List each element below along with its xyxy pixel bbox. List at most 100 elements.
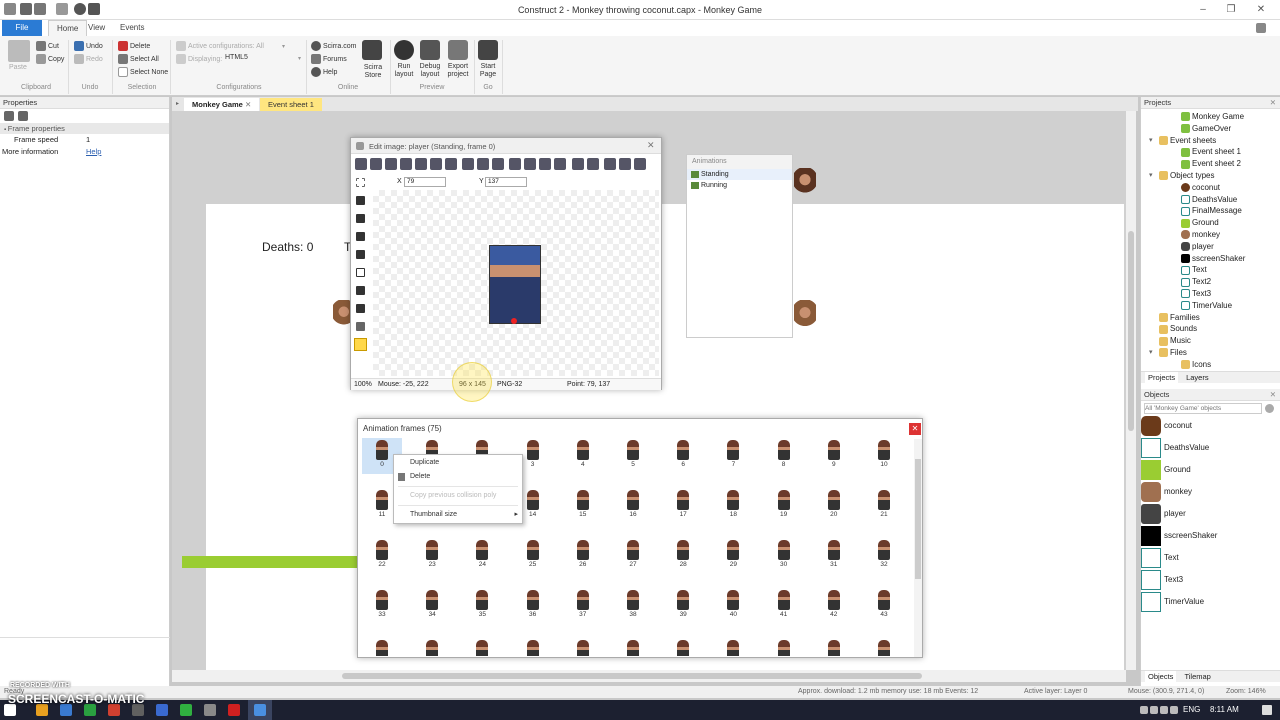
object-item[interactable]: Text [1141, 547, 1280, 569]
tab-monkey-game[interactable]: Monkey Game ✕ [184, 98, 260, 111]
refresh-icon[interactable] [445, 158, 457, 170]
scrollbar-thumb[interactable] [915, 459, 921, 579]
open-icon[interactable] [370, 158, 382, 170]
menu-item-duplicate[interactable]: Duplicate [394, 456, 522, 470]
deaths-text[interactable]: Deaths: 0 [262, 240, 313, 254]
image-point-marker[interactable] [511, 318, 517, 324]
notification-icon[interactable] [1262, 705, 1272, 715]
tree-item[interactable]: ▾ Files [1141, 347, 1280, 359]
close-button[interactable]: ✕ [1248, 2, 1274, 18]
horizontal-scrollbar[interactable] [172, 670, 1126, 682]
tab-view[interactable]: View [80, 20, 113, 36]
animation-frame[interactable] [864, 638, 904, 656]
ground-sprite[interactable] [182, 556, 358, 568]
close-button[interactable]: ✕ [909, 423, 921, 435]
minimize-button[interactable]: – [1190, 2, 1216, 18]
animation-frame[interactable] [362, 638, 402, 656]
monkey-sprite[interactable] [333, 300, 351, 326]
chevron-down-icon[interactable]: ▾ [298, 55, 301, 62]
animation-frame[interactable] [563, 638, 603, 656]
animation-frame[interactable]: 31 [814, 538, 854, 574]
tree-item[interactable]: ▾ Object types [1141, 170, 1280, 182]
animation-frame[interactable]: 37 [563, 588, 603, 624]
rotate-right-icon[interactable] [554, 158, 567, 170]
animation-frame[interactable]: 36 [513, 588, 553, 624]
tree-item[interactable]: FinalMessage [1141, 205, 1280, 217]
scrollbar-thumb[interactable] [1128, 231, 1134, 431]
start-page-button[interactable]: Start Page [476, 63, 500, 79]
app-icon[interactable] [156, 704, 168, 716]
animation-frame[interactable]: 43 [864, 588, 904, 624]
tree-item[interactable]: Event sheet 1 [1141, 146, 1280, 158]
chevron-down-icon[interactable]: ▾ [282, 43, 285, 50]
x-input[interactable]: 79 [404, 177, 446, 187]
chevron-down-icon[interactable]: ▾ [1149, 135, 1153, 147]
object-item[interactable]: TimerValue [1141, 591, 1280, 613]
zoom-actual-icon[interactable] [633, 158, 646, 170]
object-item[interactable]: Ground [1141, 459, 1280, 481]
chevron-down-icon[interactable]: ▾ [1149, 347, 1153, 359]
tab-scroll-icon[interactable]: ▸ [176, 100, 179, 107]
gear-icon[interactable] [1265, 404, 1274, 413]
flip-vertical-icon[interactable] [524, 158, 537, 170]
run-layout-button[interactable]: Run layout [392, 63, 416, 79]
y-input[interactable]: 137 [485, 177, 527, 187]
animation-frame[interactable]: 5 [613, 438, 653, 474]
undo-button[interactable]: Undo [86, 43, 103, 50]
displaying-select[interactable]: HTML5 [225, 54, 248, 61]
tree-item[interactable]: TimerValue [1141, 300, 1280, 312]
chevron-down-icon[interactable]: ▾ [1149, 170, 1153, 182]
maximize-button[interactable]: ❐ [1218, 2, 1244, 18]
animation-frame[interactable]: 21 [864, 488, 904, 524]
help-icon[interactable] [1256, 23, 1266, 33]
animation-frame[interactable]: 15 [563, 488, 603, 524]
monkey-sprite[interactable] [794, 168, 816, 194]
animation-frame[interactable]: 26 [563, 538, 603, 574]
tree-item[interactable]: monkey [1141, 229, 1280, 241]
select-tool[interactable] [356, 178, 365, 187]
new-icon[interactable] [355, 158, 367, 170]
zoom-in-icon[interactable] [603, 158, 616, 170]
cut-button[interactable]: Cut [48, 43, 59, 50]
monkey-sprite[interactable] [794, 300, 816, 328]
language-indicator[interactable]: ENG [1183, 705, 1200, 714]
export-project-button[interactable]: Export project [444, 63, 472, 79]
active-configurations[interactable]: Active configurations: All [188, 43, 264, 50]
animation-frame[interactable] [412, 638, 452, 656]
animation-frame[interactable]: 25 [513, 538, 553, 574]
tree-item[interactable]: Monkey Game [1141, 111, 1280, 123]
line-tool[interactable] [356, 250, 365, 259]
animation-item-running[interactable]: Running [687, 180, 792, 191]
animation-item-standing[interactable]: Standing [687, 169, 792, 180]
brush-tool[interactable] [356, 232, 365, 241]
prop-row-frame-speed[interactable]: Frame speed 1 [0, 134, 169, 146]
fill-tool[interactable] [356, 286, 365, 295]
construct-taskbar-button[interactable] [248, 700, 272, 720]
animation-frame[interactable]: 7 [713, 438, 753, 474]
pencil-tool[interactable] [356, 214, 365, 223]
tree-item[interactable]: sscreenShaker [1141, 253, 1280, 265]
select-all-button[interactable]: Select All [130, 56, 159, 63]
object-item[interactable]: coconut [1141, 415, 1280, 437]
close-icon[interactable]: ✕ [1270, 389, 1276, 401]
crop-icon[interactable] [415, 158, 427, 170]
frames-scrollbar[interactable] [914, 439, 922, 657]
animation-frame[interactable] [713, 638, 753, 656]
close-icon[interactable]: ✕ [647, 140, 655, 151]
cut-icon[interactable] [462, 158, 475, 170]
animation-frame[interactable]: 33 [362, 588, 402, 624]
animation-frame[interactable]: 29 [713, 538, 753, 574]
tree-item[interactable]: GameOver [1141, 123, 1280, 135]
flip-horizontal-icon[interactable] [509, 158, 522, 170]
vertical-scrollbar[interactable] [1126, 111, 1136, 670]
help-link[interactable]: Help [323, 69, 337, 76]
app-icon[interactable] [204, 704, 216, 716]
app-icon[interactable] [180, 704, 192, 716]
animation-frame[interactable]: 6 [663, 438, 703, 474]
tree-item[interactable]: Families [1141, 312, 1280, 324]
copy-icon[interactable] [477, 158, 490, 170]
export-icon[interactable] [400, 158, 412, 170]
animation-frame[interactable]: 9 [814, 438, 854, 474]
redo-button[interactable]: Redo [86, 56, 103, 63]
paste-icon[interactable] [492, 158, 505, 170]
